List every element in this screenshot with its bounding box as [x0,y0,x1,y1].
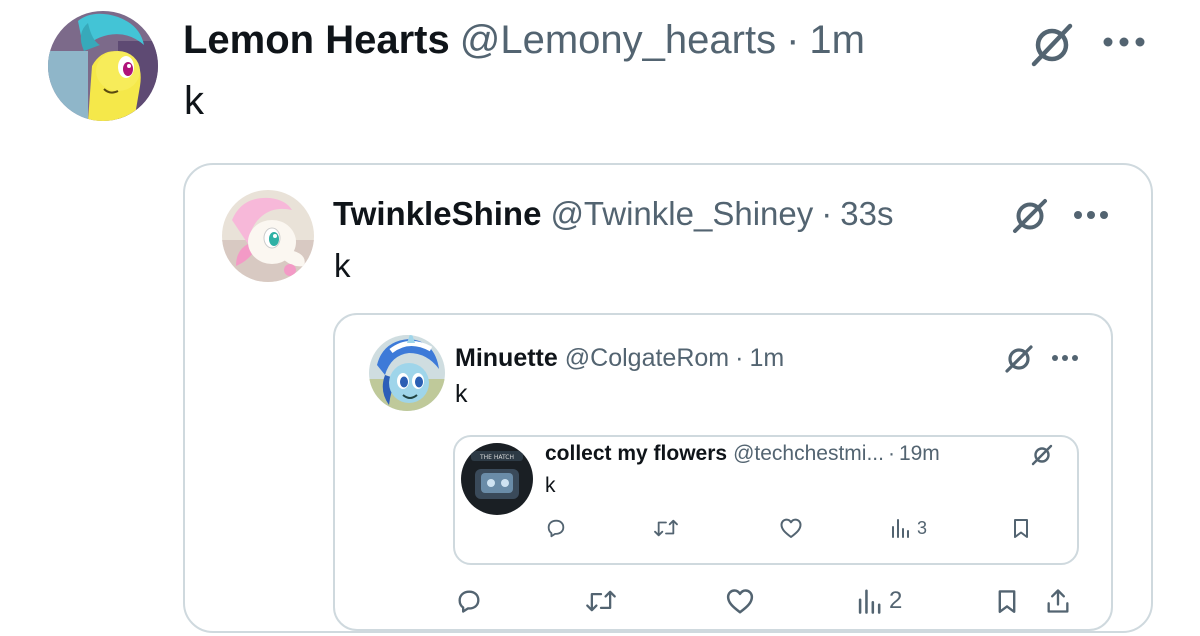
quote3-header: collect my flowers @techchestmi... · 19m [545,441,940,467]
handle[interactable]: @techchestmi... [733,441,884,467]
separator: · [786,18,800,62]
slashed-circle-icon[interactable] [1027,441,1057,469]
tweet-text: k [545,474,556,497]
more-icon[interactable] [1069,201,1113,229]
collect-my-flowers-avatar[interactable]: THE HATCH [461,443,533,515]
slashed-circle-icon[interactable] [999,341,1039,377]
quote-card-collect-my-flowers[interactable]: THE HATCH collect my flowers @techchestm… [453,435,1079,565]
handle[interactable]: @Lemony_hearts [460,18,776,62]
bookmark-icon [1014,519,1028,538]
reply-button[interactable] [545,517,567,539]
quote2-header: Minuette @ColgateRom · 1m [455,343,784,373]
more-icon[interactable] [1047,347,1083,369]
display-name[interactable]: Minuette [455,343,558,373]
share-button[interactable] [1045,587,1071,615]
reply-icon [547,519,565,538]
timestamp[interactable]: 1m [749,343,784,373]
timestamp[interactable]: 1m [809,18,865,62]
slashed-circle-icon[interactable] [1005,195,1055,237]
quote-card-minuette[interactable]: Minuette @ColgateRom · 1m k THE HATCH co… [333,313,1113,631]
separator: · [821,195,833,232]
like-button[interactable] [779,517,803,539]
bookmark-button[interactable] [1011,517,1031,539]
views-button[interactable]: 2 [855,587,902,615]
share-icon [1047,589,1069,613]
reply-icon [458,590,480,613]
display-name[interactable]: collect my flowers [545,441,727,467]
heart-icon [780,518,802,538]
slashed-circle-icon[interactable] [1024,20,1080,70]
like-button[interactable] [725,587,755,615]
tweet-text: k [184,79,204,123]
views-count: 2 [889,587,903,614]
avatar-logo-text: THE HATCH [479,454,514,461]
tweet-text: k [334,247,351,284]
views-icon [892,519,909,538]
repost-icon [654,519,678,537]
display-name[interactable]: TwinkleShine [333,195,541,233]
quote-card-twinkleshine[interactable]: TwinkleShine @Twinkle_Shiney · 33s k Min… [183,163,1153,633]
handle[interactable]: @ColgateRom [565,343,729,373]
timestamp[interactable]: 19m [899,441,940,467]
views-icon [858,589,881,614]
twinkleshine-avatar[interactable] [222,190,314,282]
views-button[interactable]: 3 [889,517,927,539]
bookmark-button[interactable] [995,587,1019,615]
minuette-avatar[interactable] [369,335,445,411]
separator: · [887,442,895,465]
reply-button[interactable] [455,587,483,615]
views-count: 3 [917,517,928,538]
heart-icon [726,589,754,614]
display-name[interactable]: Lemon Hearts [183,18,450,62]
lemon-hearts-avatar[interactable] [48,11,158,121]
repost-icon [586,590,616,612]
tweet-text: k [455,380,468,408]
bookmark-icon [998,590,1016,613]
timestamp[interactable]: 33s [840,195,893,233]
main-tweet-header: Lemon Hearts @Lemony_hearts · 1m [183,18,865,62]
handle[interactable]: @Twinkle_Shiney [550,195,813,233]
quote1-header: TwinkleShine @Twinkle_Shiney · 33s [333,195,893,233]
repost-button[interactable] [653,517,679,539]
separator: · [735,344,744,372]
repost-button[interactable] [585,587,617,615]
more-icon[interactable] [1098,26,1150,58]
